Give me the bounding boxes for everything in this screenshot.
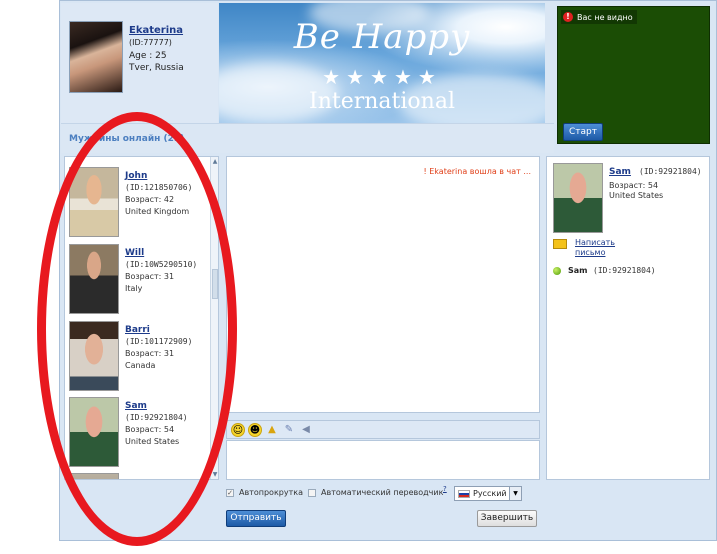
online-status-icon [553, 267, 561, 275]
user-country: United Kingdom [125, 207, 190, 216]
scroll-down-icon[interactable]: ▼ [211, 470, 218, 479]
wink-icon[interactable]: ☻ [248, 422, 262, 437]
user-name-link[interactable]: Barri [125, 325, 150, 335]
selected-user-country: United States [609, 191, 664, 200]
system-message: ! Ekaterina вошла в чат ... [423, 167, 532, 176]
start-button[interactable]: Старт [563, 123, 603, 141]
user-photo[interactable] [69, 244, 119, 314]
banner-stars: ★★★★★ [322, 65, 442, 89]
user-list-item-partial[interactable] [69, 473, 209, 479]
profile-card: Ekaterina (ID:77777) Age : 25 Tver, Russ… [61, 3, 218, 123]
send-button[interactable]: Отправить [226, 510, 286, 527]
profile-photo[interactable] [69, 21, 123, 93]
online-men-bar: Мужчины онлайн (29) [61, 123, 554, 153]
scrollbar-thumb[interactable] [212, 269, 218, 299]
user-name-link[interactable]: Sam [125, 401, 147, 411]
user-name-link[interactable]: Will [125, 248, 144, 258]
warning-icon: ! [563, 12, 573, 22]
write-letter-line1: Написать [575, 238, 616, 247]
selected-user-photo[interactable] [553, 163, 603, 233]
user-country: Canada [125, 361, 156, 370]
banner-subtitle: International [309, 89, 455, 114]
language-select[interactable]: Русский ▼ [454, 486, 522, 501]
video-notice-text: Вас не видно [577, 12, 633, 22]
video-panel: ! Вас не видно Старт [557, 6, 710, 144]
smile-icon[interactable]: ☺ [231, 422, 245, 437]
user-age: Возраст: 42 [125, 195, 175, 204]
scroll-up-icon[interactable]: ▲ [211, 157, 218, 166]
emoticon-toolbar: ☺ ☻ ▲ ✎ ◀ [226, 420, 540, 439]
user-id: (ID:10W5290510) [125, 260, 198, 269]
user-id: (ID:101172909) [125, 337, 193, 346]
auto-translate-label: Автоматический переводчик [321, 488, 444, 497]
autoscroll-checkbox[interactable]: ✓ [226, 489, 234, 497]
help-link[interactable]: ? [443, 485, 447, 493]
chat-log: ! Ekaterina вошла в чат ... [226, 156, 540, 413]
language-value: Русский [473, 489, 507, 498]
mail-icon[interactable] [553, 239, 567, 249]
online-user-list: John (ID:121850706) Возраст: 42 United K… [64, 156, 219, 480]
chat-partner-name: Sam [568, 266, 588, 275]
write-letter-link[interactable]: Написать письмо [575, 238, 615, 258]
user-list-item[interactable]: Barri (ID:101172909) Возраст: 31 Canada [69, 321, 209, 393]
banner-title: Be Happy [293, 17, 471, 57]
selected-user-id: (ID:92921804) [639, 167, 702, 176]
russian-flag-icon [458, 490, 470, 498]
online-men-title: Мужчины онлайн (29) [69, 134, 185, 144]
be-happy-banner: Be Happy ★★★★★ International [219, 3, 545, 123]
write-letter-line2: письмо [575, 248, 606, 257]
user-age: Возраст: 31 [125, 272, 175, 281]
auto-translate-checkbox[interactable] [308, 489, 316, 497]
user-age: Возраст: 31 [125, 349, 175, 358]
user-country: United States [125, 437, 180, 446]
finish-button[interactable]: Завершить [477, 510, 537, 527]
user-list-scrollbar[interactable]: ▲ ▼ [210, 157, 218, 479]
user-list-item[interactable]: Sam (ID:92921804) Возраст: 54 United Sta… [69, 397, 209, 469]
pen-icon[interactable]: ✎ [282, 423, 296, 437]
profile-city: Tver, Russia [129, 63, 184, 73]
user-list-item[interactable]: John (ID:121850706) Возраст: 42 United K… [69, 167, 209, 239]
user-country: Italy [125, 284, 143, 293]
profile-id: (ID:77777) [129, 38, 172, 47]
user-list-item[interactable]: Will (ID:10W5290510) Возраст: 31 Italy [69, 244, 209, 316]
bell-icon[interactable]: ▲ [265, 423, 279, 437]
user-id: (ID:121850706) [125, 183, 193, 192]
profile-name-link[interactable]: Ekaterina [129, 25, 183, 36]
user-age: Возраст: 54 [125, 425, 175, 434]
user-photo[interactable] [69, 321, 119, 391]
selected-user-age: Возраст: 54 [609, 181, 659, 190]
user-photo[interactable] [69, 167, 119, 237]
profile-age: Age : 25 [129, 51, 167, 61]
selected-user-name-link[interactable]: Sam [609, 167, 631, 177]
video-notice: ! Вас не видно [561, 10, 637, 24]
autoscroll-label: Автопрокрутка [239, 488, 303, 497]
user-id: (ID:92921804) [125, 413, 188, 422]
selected-user-panel: Sam (ID:92921804) Возраст: 54 United Sta… [546, 156, 710, 480]
message-input[interactable] [226, 440, 540, 480]
chat-partner-id: (ID:92921804) [593, 266, 656, 275]
chat-app: Ekaterina (ID:77777) Age : 25 Tver, Russ… [0, 0, 717, 554]
chevron-down-icon[interactable]: ▼ [509, 487, 521, 500]
speaker-icon[interactable]: ◀ [299, 423, 313, 437]
user-name-link[interactable]: John [125, 171, 147, 181]
user-photo[interactable] [69, 473, 119, 479]
user-photo[interactable] [69, 397, 119, 467]
